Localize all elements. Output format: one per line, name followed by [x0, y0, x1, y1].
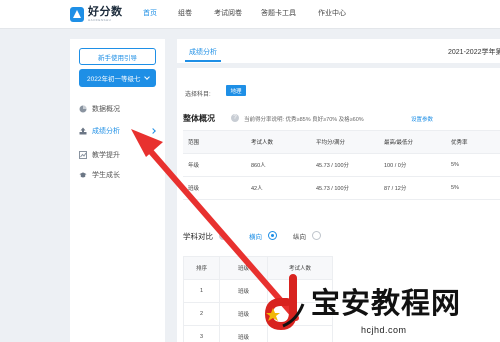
exam-select[interactable]: 2022年初一等级七 [79, 69, 156, 87]
vertical-radio[interactable] [312, 231, 321, 240]
tab-score-analysis[interactable]: 成绩分析 [189, 47, 217, 57]
table-cell: 860人 [246, 153, 311, 177]
table-cell: 87 / 12分 [379, 176, 446, 200]
upload-icon [79, 127, 87, 135]
subject-chip-geography[interactable]: 地理 [226, 85, 246, 96]
column-header: 考试人数 [267, 256, 333, 280]
top-navbar: 好分数 HAOFENSHU 首页 组卷 考试阅卷 答题卡工具 作业中心 [0, 0, 500, 29]
table-cell: 班级 [183, 176, 246, 200]
sidebar-item-label: 教学提升 [92, 152, 120, 159]
nav-compose-paper[interactable]: 组卷 [178, 8, 192, 18]
nav-exam-grading[interactable]: 考试阅卷 [214, 8, 242, 18]
table-row: 1 班级 [183, 279, 333, 303]
nav-home[interactable]: 首页 [143, 8, 157, 18]
score-rate-note: 当前得分率说明: 优秀≥85% 良好≥70% 及格≥60% [244, 117, 364, 123]
tab-underline [185, 60, 221, 62]
table-cell: 年级 [183, 153, 246, 177]
logo-subtitle: HAOFENSHU [88, 18, 112, 22]
sidebar-item-student-growth[interactable]: 学生成长 [79, 169, 161, 181]
table-cell: 45.73 / 100分 [311, 176, 379, 200]
table-cell [267, 279, 333, 303]
column-header: 排序 [183, 256, 220, 280]
vertical-option-label[interactable]: 纵向 [293, 231, 306, 241]
subject-compare-table: 排序 班级 考试人数 1 班级 2 班级 3 班级 [183, 256, 333, 342]
sidebar-item-score-analysis[interactable]: 成绩分析 [79, 125, 161, 137]
overview-panel: 选择科目: 地理 整体概况 ? 当前得分率说明: 优秀≥85% 良好≥70% 及… [177, 68, 500, 238]
table-header-row: 范围 考试人数 平均分/满分 最高/最低分 优秀率 [183, 130, 500, 154]
table-cell: 1 [183, 279, 220, 303]
chevron-right-icon [150, 128, 156, 134]
table-cell [267, 302, 333, 326]
subject-compare-title: 学科对比 [183, 232, 213, 241]
sidebar-item-label: 成绩分析 [92, 128, 120, 135]
sidebar-item-teaching-improvement[interactable]: 教学提升 [79, 149, 161, 161]
table-cell: 班级 [219, 302, 268, 326]
nav-homework-center[interactable]: 作业中心 [318, 8, 346, 18]
column-header: 范围 [183, 130, 246, 154]
table-row: 2 班级 [183, 302, 333, 326]
nav-answer-sheet-tool[interactable]: 答题卡工具 [261, 8, 296, 18]
chevron-down-icon [144, 74, 150, 80]
graduation-cap-icon [79, 171, 87, 179]
table-cell: 班级 [219, 279, 268, 303]
horizontal-radio[interactable] [268, 231, 277, 240]
column-header: 平均分/满分 [311, 130, 379, 154]
subject-label: 选择科目: [185, 92, 211, 98]
column-header: 最高/最低分 [379, 130, 446, 154]
table-row: 3 班级 [183, 325, 333, 342]
main-content: 成绩分析 2021-2022学年第 选择科目: 地理 整体概况 ? 当前得分率说… [177, 39, 500, 342]
sidebar-item-label: 数据概况 [92, 106, 120, 113]
table-row: 班级 42人 45.73 / 100分 87 / 12分 5% [183, 176, 500, 200]
term-label: 2021-2022学年第 [448, 49, 500, 56]
column-header: 优秀率 [446, 130, 500, 154]
beginner-guide-button[interactable]: 新手使用引导 [79, 48, 156, 65]
table-cell: 45.73 / 100分 [311, 153, 379, 177]
sidebar-item-label: 学生成长 [92, 172, 120, 179]
table-row: 年级 860人 45.73 / 100分 100 / 0分 5% [183, 153, 500, 177]
table-cell: 2 [183, 302, 220, 326]
table-cell: 100 / 0分 [379, 153, 446, 177]
sidebar: 新手使用引导 2022年初一等级七 数据概况 成绩分析 教学提升 学生成长 [70, 39, 165, 342]
exam-select-value: 2022年初一等级七 [87, 76, 141, 83]
logo-icon [70, 7, 84, 22]
table-cell: 5% [446, 153, 500, 177]
overview-table: 范围 考试人数 平均分/满分 最高/最低分 优秀率 年级 860人 45.73 … [183, 130, 500, 200]
logo[interactable]: 好分数 HAOFENSHU [70, 6, 123, 23]
info-icon[interactable]: ? [231, 114, 239, 122]
trend-chart-icon [79, 151, 87, 159]
sidebar-item-data-overview[interactable]: 数据概况 [79, 103, 161, 115]
set-parameters-link[interactable]: 设置参数 [411, 115, 433, 123]
table-cell: 3 [183, 325, 220, 342]
table-header-row: 排序 班级 考试人数 [183, 256, 333, 280]
tab-bar: 成绩分析 2021-2022学年第 [177, 39, 500, 63]
column-header: 班级 [219, 256, 268, 280]
table-cell: 班级 [219, 325, 268, 342]
overview-title: 整体概况 [183, 114, 215, 123]
column-header: 考试人数 [246, 130, 311, 154]
subject-compare-panel: 学科对比 ? 横向 纵向 排序 班级 考试人数 1 班级 2 班级 3 班级 [177, 216, 500, 342]
table-cell [267, 325, 333, 342]
horizontal-option-label[interactable]: 横向 [249, 231, 262, 241]
table-cell: 42人 [246, 176, 311, 200]
table-cell: 5% [446, 176, 500, 200]
info-icon[interactable]: ? [219, 232, 227, 240]
pie-chart-icon [79, 105, 87, 113]
logo-name: 好分数 [88, 6, 123, 18]
